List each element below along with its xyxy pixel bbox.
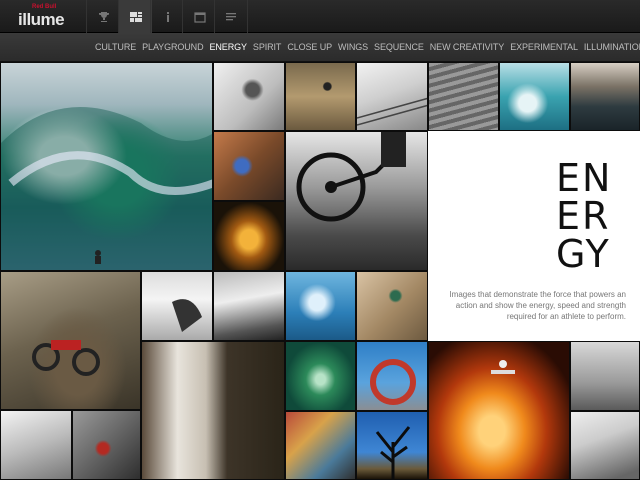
photo-tile-rock-climb[interactable] [356,271,428,341]
calendar-button[interactable] [182,0,216,33]
photo-tile-green-wave[interactable] [285,341,356,411]
category-nav: CULTURE PLAYGROUND ENERGY SPIRIT CLOSE U… [0,33,640,62]
photo-tile-snow-descent[interactable] [570,411,640,480]
photo-tile-fire-bike[interactable] [213,201,285,271]
trophy-button[interactable] [86,0,120,33]
top-bar: Red Bull illume [0,0,640,33]
photo-tile-mountain-bike[interactable] [285,131,428,271]
category-title-line: GY [556,232,611,276]
photo-tile-bw-climber[interactable] [0,410,72,480]
photo-tile-waterfall-kayak[interactable] [141,341,285,480]
nav-item-new-creativity[interactable]: NEW CREATIVITY [427,42,507,52]
skier-shadow [172,299,202,332]
photo-tile-tree-silhouette[interactable] [356,411,428,480]
calendar-icon [193,11,206,23]
nav-item-illumination[interactable]: ILLUMINATION [581,42,640,52]
photo-tile-motocross[interactable] [0,271,141,410]
photo-tile-ball-jump[interactable] [285,62,356,131]
motocross-rider [32,340,100,376]
photo-tile-fire-explosion[interactable] [428,341,570,480]
photo-tile-bmx-rail[interactable] [356,62,428,131]
info-icon [166,11,169,22]
category-description: Images that demonstrate the force that p… [449,290,626,321]
nav-item-spirit[interactable]: SPIRIT [250,42,284,52]
photo-tile-sky-jump[interactable] [285,271,356,341]
grid-view-button[interactable] [118,0,152,33]
nav-item-experimental[interactable]: EXPERIMENTAL [507,42,581,52]
photo-tile-bmx-street[interactable] [570,341,640,411]
category-description-panel: EN ER GY Images that demonstrate the for… [428,131,640,341]
photo-tile-red-athlete[interactable] [72,410,141,480]
category-title: EN ER GY [556,159,626,273]
logo-wordmark: illume [18,10,65,29]
photo-tile-ski-shadow[interactable] [141,271,213,341]
category-title-line: ER [556,194,611,238]
tree-silhouette [375,426,411,479]
nav-item-wings[interactable]: WINGS [335,42,371,52]
nav-item-culture[interactable]: CULTURE [92,42,139,52]
photo-tile-snowboard[interactable] [213,62,285,131]
trophy-icon [98,11,109,22]
photo-tile-surf-wave[interactable] [0,62,213,271]
photo-tile-graffiti[interactable] [285,411,356,480]
info-button[interactable] [150,0,184,33]
photo-tile-dark-wave[interactable] [570,62,640,131]
photo-tile-skate-stairs[interactable] [428,62,499,131]
surfer-silhouette [1,107,212,270]
list-button[interactable] [214,0,248,33]
nav-item-close-up[interactable]: CLOSE UP [284,42,335,52]
category-title-line: EN [556,156,613,200]
nav-item-playground[interactable]: PLAYGROUND [139,42,206,52]
list-icon [226,12,236,20]
bike-wheel-graphic [296,132,406,222]
redbull-illume-logo[interactable]: Red Bull illume [14,4,76,30]
red-ring [370,359,416,405]
photo-tile-barrel-wave[interactable] [499,62,570,131]
skier-over-fire [491,360,515,374]
rail-lines [357,97,427,126]
grid-view-icon [129,11,142,22]
nav-item-sequence[interactable]: SEQUENCE [371,42,427,52]
photo-tile-climber[interactable] [213,131,285,201]
nav-item-energy[interactable]: ENERGY [207,42,250,52]
photo-tile-ring-sculpture[interactable] [356,341,428,411]
photo-tile-snow-slope[interactable] [213,271,285,341]
